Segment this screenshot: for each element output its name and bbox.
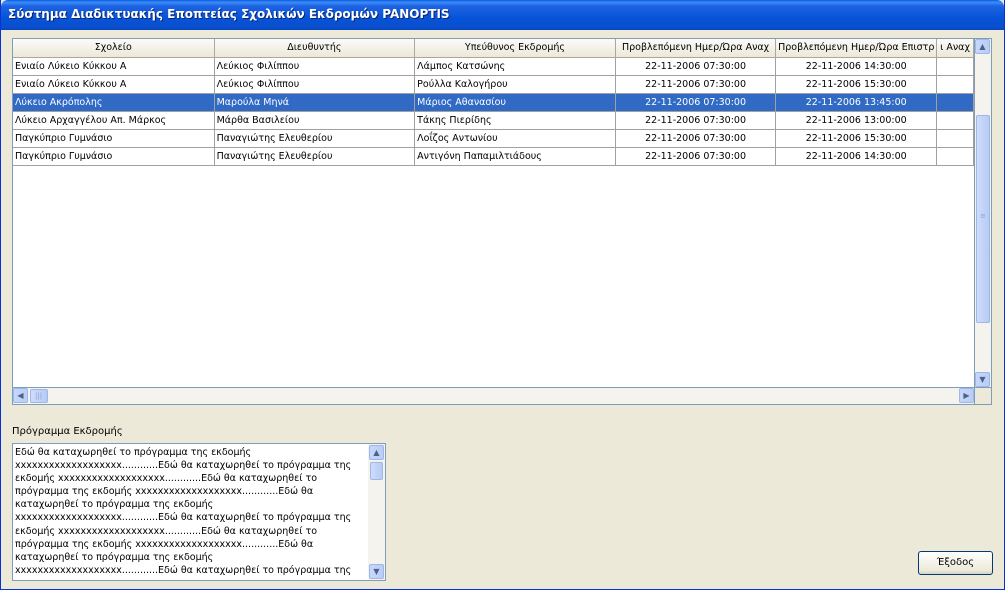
cell-school[interactable]: Ενιαίο Λύκειο Κύκκου Α (13, 58, 215, 76)
table-row[interactable]: Ενιαίο Λύκειο Κύκκου Α Λεύκιος Φιλίππου Λά… (13, 58, 974, 76)
scroll-corner (975, 388, 992, 405)
grip-icon: ≡ (980, 212, 986, 220)
cell-school[interactable]: Παγκύπριο Γυμνάσιο (13, 130, 215, 148)
cell-return[interactable]: 22-11-2006 14:30:00 (776, 148, 938, 166)
arrow-down-icon[interactable]: ▼ (975, 372, 990, 387)
title-bar[interactable]: Σύστημα Διαδικτυακής Εποπτείας Σχολικών … (1, 0, 1004, 30)
cell-principal[interactable]: Λεύκιος Φιλίππου (214, 76, 416, 94)
cell-return[interactable]: 22-11-2006 14:30:00 (776, 58, 938, 76)
table-row[interactable]: Λύκειο Αρχαγγέλου Απ. Μάρκος Μάρθα Βασιλε… (13, 112, 974, 130)
cell-departure[interactable]: 22-11-2006 07:30:00 (615, 94, 777, 112)
exit-button[interactable]: Έξοδος (918, 551, 993, 575)
program-line: xxxxxxxxxxxxxxxxxxx............Εδώ θα κα… (15, 512, 352, 524)
cell-return[interactable]: 22-11-2006 15:30:00 (776, 76, 938, 94)
program-line: xxxxxxxxxxxxxxxxxxx............Εδώ θα κα… (15, 460, 352, 472)
program-line: εκδομής xxxxxxxxxxxxxxxxxxx............Ε… (15, 473, 318, 485)
cell-principal[interactable]: Μαρούλα Μηνά (214, 94, 416, 112)
column-header-extra[interactable]: ι Αναχ (937, 39, 974, 58)
cell-extra[interactable] (937, 112, 974, 130)
arrow-down-icon[interactable]: ▼ (369, 564, 384, 579)
cell-extra[interactable] (937, 76, 974, 94)
cell-extra[interactable] (937, 130, 974, 148)
program-scroll-thumb[interactable] (370, 462, 383, 480)
cell-departure[interactable]: 22-11-2006 07:30:00 (615, 112, 777, 130)
column-header-return[interactable]: Προβλεπόμενη Ημερ/Ώρα Επιστρ (776, 39, 938, 58)
program-scrollbar[interactable]: ▲ ▼ (368, 444, 385, 580)
cell-departure[interactable]: 22-11-2006 07:30:00 (615, 76, 777, 94)
program-line: πρόγραμμα της εκδομής xxxxxxxxxxxxxxxxxx… (15, 538, 314, 550)
cell-trip-leader[interactable]: Λάμπος Κατσώνης (415, 58, 616, 76)
window-title: Σύστημα Διαδικτυακής Εποπτείας Σχολικών … (8, 7, 450, 21)
cell-school[interactable]: Λύκειο Αρχαγγέλου Απ. Μάρκος (13, 112, 215, 130)
grid-rows: Ενιαίο Λύκειο Κύκκου Α Λεύκιος Φιλίππου Λά… (13, 58, 974, 166)
cell-extra[interactable] (937, 58, 974, 76)
cell-principal[interactable]: Παναγιώτης Ελευθερίου (214, 130, 416, 148)
cell-trip-leader[interactable]: Τάκης Πιερίδης (415, 112, 616, 130)
horizontal-scroll-thumb[interactable]: ||| (30, 389, 48, 403)
cell-departure[interactable]: 22-11-2006 07:30:00 (615, 148, 777, 166)
grid-horizontal-scrollbar[interactable]: ◀ ||| ▶ (12, 388, 975, 405)
program-line: Εδώ θα καταχωρηθεί το πρόγραμμα της εκδο… (15, 447, 252, 458)
arrow-up-icon[interactable]: ▲ (975, 39, 990, 54)
arrow-right-icon[interactable]: ▶ (959, 388, 974, 403)
cell-principal[interactable]: Μάρθα Βασιλείου (214, 112, 416, 130)
program-line: xxxxxxxxxxxxxxxxxxx............Εδώ θα κα… (15, 564, 352, 576)
table-row[interactable]: Παγκύπριο Γυμνάσιο Παναγιώτης Ελευθερίου Λ… (13, 130, 974, 148)
table-row[interactable]: Ενιαίο Λύκειο Κύκκου Α Λεύκιος Φιλίππου Ρο… (13, 76, 974, 94)
cell-departure[interactable]: 22-11-2006 07:30:00 (615, 58, 777, 76)
program-label: Πρόγραμμα Εκδρομής (12, 426, 123, 437)
program-line: καταχωρηθεί το πρόγραμμα της εκδομής (15, 499, 214, 511)
cell-trip-leader[interactable]: Ρούλλα Καλογήρου (415, 76, 616, 94)
table-row[interactable]: Παγκύπριο Γυμνάσιο Παναγιώτης Ελευθερίου Α… (13, 148, 974, 166)
program-line: καταχωρηθεί το πρόγραμμα της εκδομής (15, 551, 214, 563)
program-line: εκδομής xxxxxxxxxxxxxxxxxxx............Ε… (15, 525, 318, 537)
cell-school[interactable]: Παγκύπριο Γυμνάσιο (13, 148, 215, 166)
column-header-principal[interactable]: Διευθυντής (214, 39, 416, 58)
grid-header: Σχολείο Διευθυντής Υπεύθυνος Εκδρομής Πρ… (13, 39, 974, 58)
grip-icon: ||| (35, 392, 43, 400)
cell-trip-leader[interactable]: Λοΐζος Αντωνίου (415, 130, 616, 148)
arrow-up-icon[interactable]: ▲ (369, 445, 384, 460)
cell-departure[interactable]: 22-11-2006 07:30:00 (615, 130, 777, 148)
cell-trip-leader[interactable]: Αντιγόνη Παπαμιλτιάδους (415, 148, 616, 166)
cell-return[interactable]: 22-11-2006 13:45:00 (776, 94, 938, 112)
grid-vertical-scrollbar[interactable]: ▲ ≡ ▼ (975, 38, 992, 388)
trips-grid[interactable]: Σχολείο Διευθυντής Υπεύθυνος Εκδρομής Πρ… (12, 38, 975, 388)
program-text[interactable]: Εδώ θα καταχωρηθεί το πρόγραμμα της εκδο… (15, 446, 365, 577)
vertical-scroll-thumb[interactable]: ≡ (976, 115, 990, 323)
cell-school[interactable]: Ενιαίο Λύκειο Κύκκου Α (13, 76, 215, 94)
column-header-departure[interactable]: Προβλεπόμενη Ημερ/Ώρα Αναχ (615, 39, 777, 58)
program-line: πρόγραμμα της εκδομής xxxxxxxxxxxxxxxxxx… (15, 486, 314, 498)
cell-extra[interactable] (937, 148, 974, 166)
program-textarea[interactable]: Εδώ θα καταχωρηθεί το πρόγραμμα της εκδο… (12, 443, 386, 581)
cell-principal[interactable]: Λεύκιος Φιλίππου (214, 58, 416, 76)
cell-return[interactable]: 22-11-2006 15:30:00 (776, 130, 938, 148)
cell-principal[interactable]: Παναγιώτης Ελευθερίου (214, 148, 416, 166)
main-window: Σύστημα Διαδικτυακής Εποπτείας Σχολικών … (0, 0, 1005, 590)
column-header-school[interactable]: Σχολείο (13, 39, 215, 58)
table-row[interactable]: Λύκειο Ακρόπολης Μαρούλα Μηνά Μάριος Αθανα… (13, 94, 974, 112)
cell-return[interactable]: 22-11-2006 13:00:00 (776, 112, 938, 130)
arrow-left-icon[interactable]: ◀ (13, 388, 28, 403)
cell-school[interactable]: Λύκειο Ακρόπολης (13, 94, 215, 112)
column-header-trip-leader[interactable]: Υπεύθυνος Εκδρομής (415, 39, 616, 58)
cell-extra[interactable] (937, 94, 974, 112)
cell-trip-leader[interactable]: Μάριος Αθανασίου (415, 94, 616, 112)
